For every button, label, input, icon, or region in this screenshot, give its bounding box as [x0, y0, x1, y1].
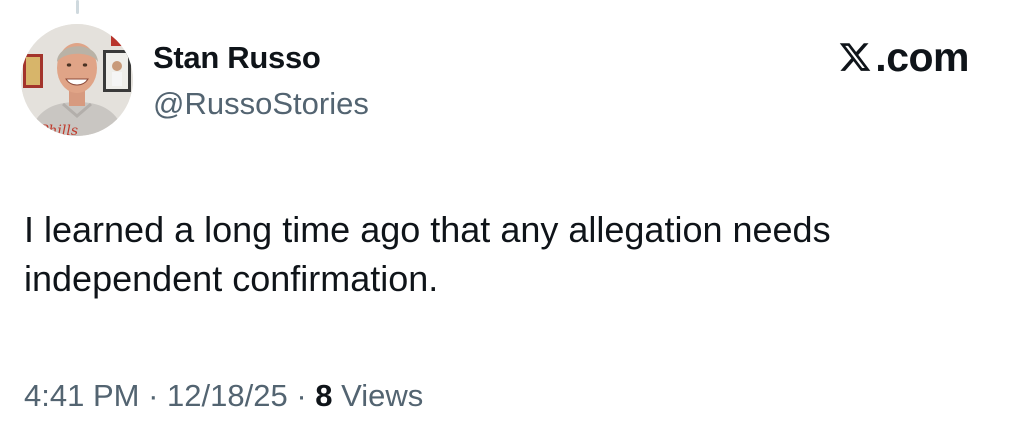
- tweet-time[interactable]: 4:41 PM: [24, 378, 139, 413]
- x-logo-icon: [838, 40, 872, 74]
- meta-separator: ·: [148, 378, 159, 413]
- brand-domain-text: .com: [875, 34, 969, 80]
- profile-photo-icon: Phills: [21, 24, 133, 136]
- svg-text:Phills: Phills: [38, 123, 78, 136]
- author-display-name[interactable]: Stan Russo: [153, 38, 321, 78]
- x-com-brand: .com: [838, 36, 969, 78]
- views-label[interactable]: Views: [341, 378, 423, 413]
- tweet-metadata: 4:41 PM · 12/18/25 · 8 Views: [24, 376, 423, 416]
- avatar[interactable]: Phills: [21, 24, 133, 136]
- views-count[interactable]: 8: [315, 378, 332, 413]
- tweet-text: I learned a long time ago that any alleg…: [24, 209, 831, 299]
- thread-connector-line: [76, 0, 79, 14]
- tweet-date[interactable]: 12/18/25: [167, 378, 288, 413]
- meta-separator: ·: [296, 378, 307, 413]
- author-handle[interactable]: @RussoStories: [153, 84, 369, 124]
